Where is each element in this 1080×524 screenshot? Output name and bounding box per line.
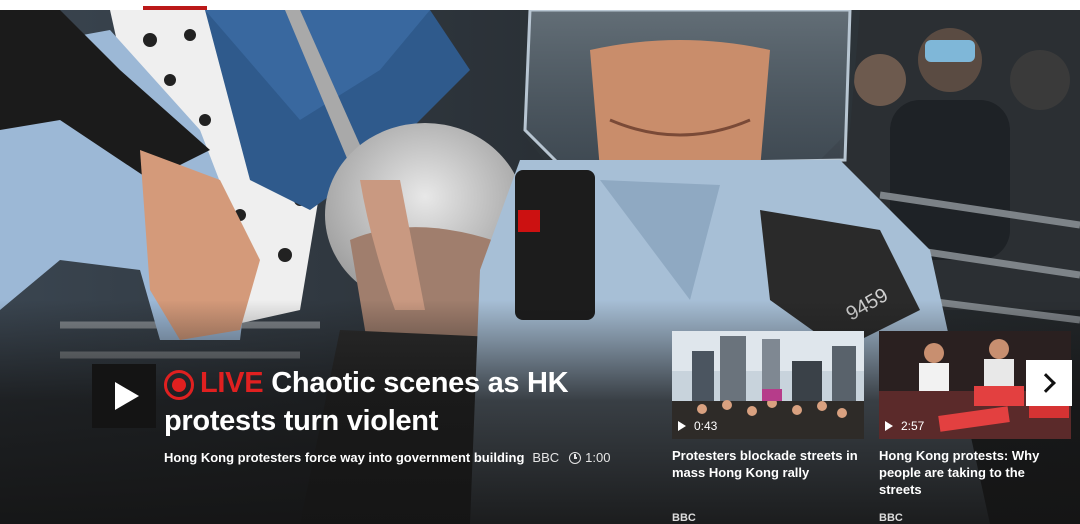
related-video-card[interactable]: 2:57 Hong Kong protests: Why people are … [879,331,1071,524]
video-duration: 0:43 [694,419,718,433]
summary-text: Hong Kong protesters force way into gove… [164,450,525,465]
video-thumbnail[interactable]: 0:43 [672,331,864,439]
duration-text: 1:00 [585,450,611,465]
play-icon [115,382,139,410]
video-duration-badge: 2:57 [885,419,924,433]
live-label: LIVE [200,367,264,399]
video-title[interactable]: Hong Kong protests: Why people are takin… [879,447,1071,498]
related-video-card[interactable]: 0:43 Protesters blockade streets in mass… [672,331,864,524]
video-carousel: 9459 LIVE Chaotic scenes as HK protests … [0,0,1080,524]
video-duration-badge: 0:43 [678,419,717,433]
active-tab-indicator [143,6,207,10]
source-label: BBC [532,450,560,465]
top-nav-strip [0,0,1080,10]
next-button[interactable] [1026,360,1072,406]
video-title[interactable]: Protesters blockade streets in mass Hong… [672,447,864,481]
headline-link[interactable]: LIVE Chaotic scenes as HK protests turn … [164,364,644,440]
video-source: BBC [672,512,696,524]
play-button[interactable] [92,364,156,428]
clock-icon [569,451,582,464]
play-icon [678,421,686,431]
hero-summary: Hong Kong protesters force way into gove… [164,450,610,465]
chevron-right-icon [1036,373,1056,393]
play-icon [885,421,893,431]
video-source: BBC [879,512,903,524]
live-icon [164,370,194,400]
live-badge: LIVE [164,364,264,402]
duration: 1:00 [569,450,610,465]
video-duration: 2:57 [901,419,925,433]
